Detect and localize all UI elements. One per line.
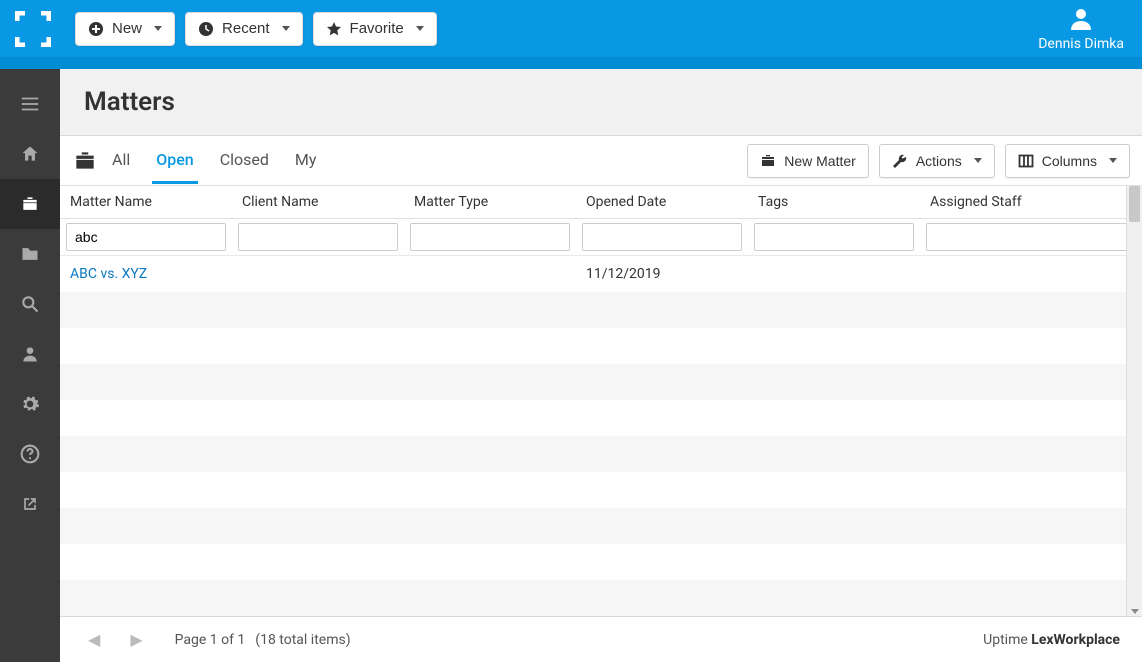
filter-opened-date[interactable] <box>582 223 742 251</box>
sidebar-settings[interactable] <box>0 379 60 429</box>
col-matter-name[interactable]: Matter Name <box>60 186 232 219</box>
tab-closed[interactable]: Closed <box>216 138 273 184</box>
filter-matter-name[interactable] <box>66 223 226 251</box>
col-tags[interactable]: Tags <box>748 186 920 219</box>
page-info: Page 1 of 1 <box>175 632 246 648</box>
new-matter-label: New Matter <box>784 153 856 169</box>
sidebar-external-link[interactable] <box>0 479 60 529</box>
col-opened-date[interactable]: Opened Date <box>576 186 748 219</box>
caret-down-icon <box>1109 158 1117 163</box>
clock-icon <box>198 21 214 37</box>
sidebar-users[interactable] <box>0 329 60 379</box>
total-items: (18 total items) <box>255 632 350 648</box>
col-client-name[interactable]: Client Name <box>232 186 404 219</box>
columns-label: Columns <box>1042 153 1097 169</box>
sidebar-menu-toggle[interactable] <box>0 79 60 129</box>
table-container: Matter Name Client Name Matter Type Open… <box>60 186 1142 616</box>
table-row <box>60 544 1142 580</box>
sidebar-files[interactable] <box>0 229 60 279</box>
user-icon <box>1069 6 1093 34</box>
brand-label: Uptime LexWorkplace <box>983 632 1120 648</box>
col-matter-type[interactable]: Matter Type <box>404 186 576 219</box>
user-name: Dennis Dimka <box>1038 36 1124 52</box>
filter-client-name[interactable] <box>238 223 398 251</box>
briefcase-icon <box>760 153 776 169</box>
star-icon <box>326 21 342 37</box>
favorite-button-label: Favorite <box>350 20 404 37</box>
table-row[interactable]: ABC vs. XYZ 11/12/2019 <box>60 256 1142 292</box>
table-row <box>60 364 1142 400</box>
vertical-scrollbar[interactable] <box>1126 186 1142 616</box>
footer: ◀ ▶ Page 1 of 1 (18 total items) Uptime … <box>60 616 1142 662</box>
cell-client-name <box>232 256 404 292</box>
filter-assigned-staff[interactable] <box>926 223 1136 251</box>
page-header: Matters <box>60 69 1142 136</box>
next-page-button[interactable]: ▶ <box>124 630 148 649</box>
cell-assigned-staff <box>920 256 1142 292</box>
sidebar-search[interactable] <box>0 279 60 329</box>
prev-page-button[interactable]: ◀ <box>82 630 106 649</box>
plus-circle-icon <box>88 21 104 37</box>
filter-tags[interactable] <box>754 223 914 251</box>
cell-tags <box>748 256 920 292</box>
table-header-row: Matter Name Client Name Matter Type Open… <box>60 186 1142 219</box>
filter-row <box>60 219 1142 256</box>
caret-down-icon <box>282 26 290 31</box>
topbar: New Recent Favorite <box>0 0 1142 57</box>
cell-opened-date: 11/12/2019 <box>576 256 748 292</box>
recent-button-label: Recent <box>222 20 270 37</box>
main-content: Matters All Open Closed My <box>60 69 1142 662</box>
col-assigned-staff[interactable]: Assigned Staff <box>920 186 1142 219</box>
table-row <box>60 472 1142 508</box>
table-row <box>60 580 1142 616</box>
wrench-icon <box>892 153 908 169</box>
actions-button[interactable]: Actions <box>879 144 995 178</box>
page-title: Matters <box>84 87 1118 117</box>
scroll-thumb[interactable] <box>1129 186 1140 222</box>
user-menu[interactable]: Dennis Dimka <box>1038 6 1132 52</box>
subheader: All Open Closed My New Matter <box>60 136 1142 186</box>
tab-all[interactable]: All <box>108 138 134 184</box>
caret-down-icon <box>154 26 162 31</box>
table-row <box>60 436 1142 472</box>
scroll-down-icon <box>1131 609 1139 614</box>
columns-button[interactable]: Columns <box>1005 144 1130 178</box>
cell-matter-type <box>404 256 576 292</box>
brand-name: LexWorkplace <box>1031 632 1120 648</box>
new-button[interactable]: New <box>75 12 175 46</box>
table-row <box>60 400 1142 436</box>
sidebar-help[interactable] <box>0 429 60 479</box>
tab-open[interactable]: Open <box>152 138 198 184</box>
new-button-label: New <box>112 20 142 37</box>
actions-label: Actions <box>916 153 962 169</box>
columns-icon <box>1018 153 1034 169</box>
tabs: All Open Closed My <box>108 138 320 184</box>
app-logo[interactable] <box>10 6 55 51</box>
brand-prefix: Uptime <box>983 632 1031 648</box>
matters-table: Matter Name Client Name Matter Type Open… <box>60 186 1142 616</box>
accent-strip <box>0 57 1142 69</box>
sidebar <box>0 69 60 662</box>
sidebar-matters[interactable] <box>0 179 60 229</box>
new-matter-button[interactable]: New Matter <box>747 144 869 178</box>
tab-my[interactable]: My <box>291 138 321 184</box>
table-row <box>60 508 1142 544</box>
table-row <box>60 292 1142 328</box>
table-row <box>60 328 1142 364</box>
filter-matter-type[interactable] <box>410 223 570 251</box>
favorite-button[interactable]: Favorite <box>313 12 437 46</box>
recent-button[interactable]: Recent <box>185 12 303 46</box>
caret-down-icon <box>416 26 424 31</box>
briefcase-icon <box>72 148 98 174</box>
sidebar-home[interactable] <box>0 129 60 179</box>
matter-link[interactable]: ABC vs. XYZ <box>70 266 147 282</box>
caret-down-icon <box>974 158 982 163</box>
